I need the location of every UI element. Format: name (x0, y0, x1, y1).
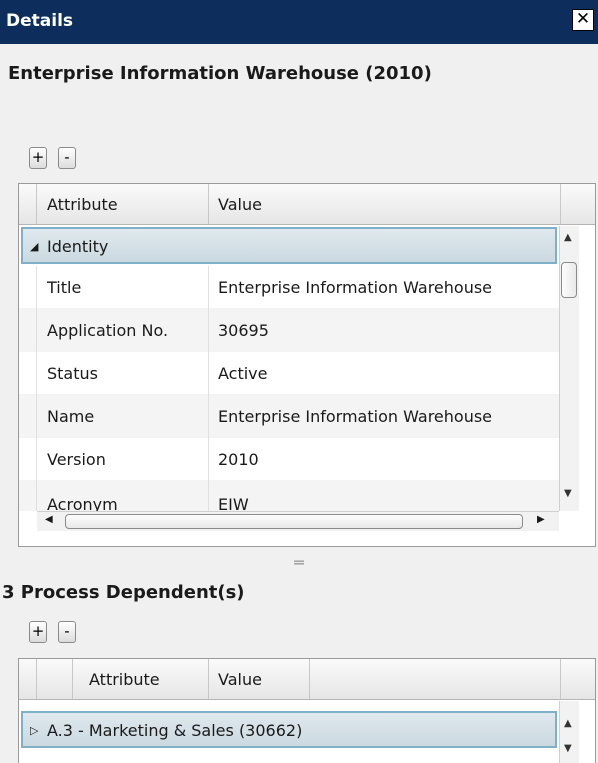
panel-titlebar: Details ✕ (0, 0, 598, 44)
collapse-icon[interactable]: ◢ (30, 240, 38, 253)
cell-value: Enterprise Information Warehouse (218, 407, 493, 426)
dependents-column-header-value[interactable]: Value (218, 670, 262, 689)
table-row[interactable]: Application No. 30695 (19, 309, 559, 352)
close-icon[interactable]: ✕ (572, 9, 594, 31)
cell-value: Active (218, 364, 268, 383)
dependents-column-header-attribute[interactable]: Attribute (89, 670, 160, 689)
cell-attribute: Application No. (47, 321, 169, 340)
dependents-heading: 3 Process Dependent(s) (2, 582, 245, 603)
remove-dependent-button[interactable]: - (58, 621, 76, 643)
column-header-attribute[interactable]: Attribute (47, 195, 118, 214)
dependents-vertical-scrollbar[interactable]: ▲ ▼ (559, 701, 579, 763)
triangle-up-icon[interactable]: ▲ (564, 718, 572, 729)
cell-value: Enterprise Information Warehouse (218, 278, 493, 297)
cell-value: 30695 (218, 321, 269, 340)
splitter-handle[interactable]: ═ (0, 553, 598, 575)
cell-value: 2010 (218, 450, 259, 469)
table-row[interactable]: Status Active (19, 352, 559, 395)
details-grid: Attribute Value ◢ Identity Title Enterpr… (18, 183, 596, 547)
table-row[interactable]: Version 2010 (19, 438, 559, 481)
horizontal-scrollbar[interactable]: ◀ ▶ (37, 511, 559, 531)
column-header-value[interactable]: Value (218, 195, 262, 214)
cell-attribute: Status (47, 364, 98, 383)
remove-button[interactable]: - (58, 147, 76, 169)
triangle-down-icon[interactable]: ▼ (564, 488, 572, 499)
scroll-thumb[interactable] (561, 262, 577, 298)
page-title: Enterprise Information Warehouse (2010) (8, 63, 432, 84)
triangle-up-icon[interactable]: ▲ (564, 232, 572, 243)
add-button[interactable]: + (29, 147, 47, 169)
table-row[interactable]: Acronym EIW (19, 481, 559, 514)
vertical-scrollbar[interactable]: ▲ ▼ (559, 226, 579, 511)
cell-attribute: Title (47, 278, 82, 297)
expand-icon[interactable]: ▷ (30, 724, 38, 737)
add-dependent-button[interactable]: + (29, 621, 47, 643)
triangle-left-icon[interactable]: ◀ (45, 514, 53, 525)
dependents-grid-header: Attribute Value (19, 659, 595, 700)
triangle-right-icon[interactable]: ▶ (537, 514, 545, 525)
grid-header: Attribute Value (19, 184, 595, 225)
triangle-down-icon[interactable]: ▼ (564, 743, 572, 754)
dependent-group-label: A.3 - Marketing & Sales (30662) (47, 721, 303, 740)
horizontal-scroll-thumb[interactable] (65, 514, 523, 529)
group-row-identity[interactable]: ◢ Identity (21, 227, 557, 264)
group-label: Identity (47, 237, 109, 256)
table-row[interactable]: Name Enterprise Information Warehouse (19, 395, 559, 438)
panel-title: Details (6, 11, 74, 31)
dependents-grid: Attribute Value ▷ A.3 - Marketing & Sale… (18, 658, 596, 763)
table-row[interactable]: Title Enterprise Information Warehouse (19, 266, 559, 309)
cell-attribute: Version (47, 450, 106, 469)
group-row-dependent[interactable]: ▷ A.3 - Marketing & Sales (30662) (21, 711, 557, 748)
cell-attribute: Name (47, 407, 95, 426)
